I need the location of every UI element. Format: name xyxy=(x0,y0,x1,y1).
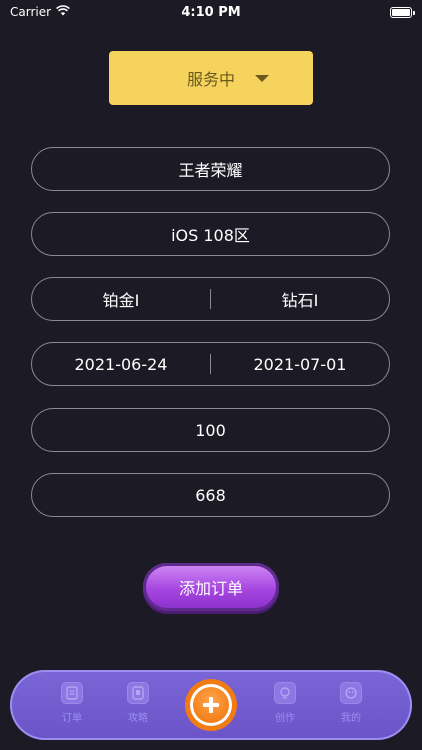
tab-bar: 订单 攻略 创作 我的 xyxy=(10,670,412,740)
create-icon xyxy=(274,682,296,704)
order-icon xyxy=(61,682,83,704)
status-left: Carrier xyxy=(10,5,71,19)
status-bar: Carrier 4:10 PM xyxy=(0,0,422,24)
date-range-field: 2021-06-24 2021-07-01 xyxy=(31,342,390,386)
server-value: iOS 108区 xyxy=(171,226,250,245)
profile-icon xyxy=(340,682,362,704)
start-date-field[interactable]: 2021-06-24 xyxy=(32,355,210,374)
plus-icon xyxy=(203,697,219,713)
guide-icon xyxy=(127,682,149,704)
order-status-dropdown[interactable]: 服务中 xyxy=(109,51,313,105)
tab-create[interactable]: 创作 xyxy=(263,682,307,734)
tab-create-label: 创作 xyxy=(275,713,295,724)
tab-orders-label: 订单 xyxy=(62,713,82,724)
carrier-label: Carrier xyxy=(10,5,52,19)
add-center-button[interactable] xyxy=(190,684,232,726)
tab-profile-label: 我的 xyxy=(341,713,361,724)
game-value: 王者荣耀 xyxy=(178,161,243,180)
order-status-value: 服务中 xyxy=(186,70,235,89)
rank-to-field[interactable]: 钻石I xyxy=(211,287,389,311)
amount-value-2: 668 xyxy=(195,485,226,505)
add-order-button[interactable]: 添加订单 xyxy=(143,563,279,611)
amount-value-1: 100 xyxy=(195,420,226,440)
server-field[interactable]: iOS 108区 xyxy=(31,212,390,256)
battery-icon xyxy=(390,6,415,18)
end-date-field[interactable]: 2021-07-01 xyxy=(211,355,389,374)
caret-down-icon xyxy=(255,75,269,82)
rank-from-field[interactable]: 铂金I xyxy=(32,287,210,311)
amount-field-2[interactable]: 668 xyxy=(31,473,390,517)
wifi-icon xyxy=(56,5,71,19)
amount-field-1[interactable]: 100 xyxy=(31,408,390,452)
tab-guides[interactable]: 攻略 xyxy=(116,682,160,734)
tab-orders[interactable]: 订单 xyxy=(50,682,94,734)
rank-range-field: 铂金I 钻石I xyxy=(31,277,390,321)
game-field[interactable]: 王者荣耀 xyxy=(31,147,390,191)
tab-guides-label: 攻略 xyxy=(128,713,148,724)
tab-profile[interactable]: 我的 xyxy=(329,682,373,734)
add-order-label: 添加订单 xyxy=(178,579,243,598)
